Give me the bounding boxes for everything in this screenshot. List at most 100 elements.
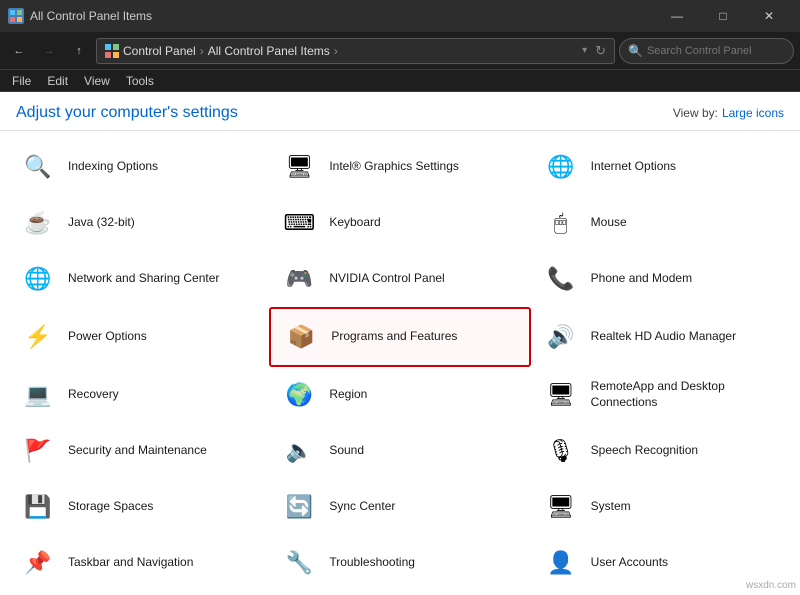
menu-bar: File Edit View Tools [0,70,800,92]
grid-item-keyboard[interactable]: ⌨ Keyboard [269,195,530,251]
grid-item-storage-spaces[interactable]: 💾 Storage Spaces [8,479,269,535]
grid-item-windows-togo[interactable]: 💿Windows To Go [531,591,792,595]
path-segment-1: Control Panel [123,44,196,58]
forward-button[interactable]: → [36,38,62,64]
content-area: Adjust your computer's settings View by:… [0,92,800,595]
grid-item-system[interactable]: 🖥 System [531,479,792,535]
title-bar-app-icon [8,8,24,24]
item-icon-indexing-options: 🔍 [18,147,58,187]
dropdown-icon[interactable]: ▾ [582,45,587,56]
item-icon-realtek-audio: 🔊 [541,317,581,357]
grid-item-sync-center[interactable]: 🔄Sync Center [269,479,530,535]
item-label-remoteapp: RemoteApp and Desktop Connections [591,379,782,410]
item-label-user-accounts: User Accounts [591,555,668,571]
grid-item-recovery[interactable]: 💻 Recovery [8,367,269,423]
grid-item-java[interactable]: ☕ Java (32-bit) [8,195,269,251]
up-button[interactable]: ↑ [66,38,92,64]
grid-item-phone-modem[interactable]: 📞Phone and Modem [531,251,792,307]
view-by-option[interactable]: Large icons [722,106,784,120]
item-icon-taskbar-navigation: 📌 [18,543,58,583]
grid-item-sound[interactable]: 🔈Sound [269,423,530,479]
item-label-realtek-audio: Realtek HD Audio Manager [591,329,736,345]
item-label-taskbar-navigation: Taskbar and Navigation [68,555,193,571]
title-bar-left: All Control Panel Items [8,8,152,24]
item-icon-programs-features: 📦 [281,317,321,357]
item-icon-region: 🌍 [279,375,319,415]
item-icon-user-accounts: 👤 [541,543,581,583]
item-label-power-options: Power Options [68,329,147,345]
grid-item-network-sharing[interactable]: 🌐 Network and Sharing Center [8,251,269,307]
search-box[interactable]: 🔍 [619,38,794,64]
item-label-recovery: Recovery [68,387,119,403]
path-segment-2: All Control Panel Items [208,44,330,58]
item-icon-nvidia-control: 🎮 [279,259,319,299]
item-label-speech-recognition: Speech Recognition [591,443,698,459]
item-icon-system: 🖥 [541,487,581,527]
item-icon-internet-options: 🌐 [541,147,581,187]
address-path[interactable]: Control Panel › All Control Panel Items … [96,38,615,64]
item-label-mouse: Mouse [591,215,627,231]
item-label-security-maintenance: Security and Maintenance [68,443,207,459]
grid-item-programs-features[interactable]: 📦 Programs and Features [269,307,530,367]
item-icon-security-maintenance: 🚩 [18,431,58,471]
grid-item-taskbar-navigation[interactable]: 📌 Taskbar and Navigation [8,535,269,591]
item-label-region: Region [329,387,367,403]
item-label-java: Java (32-bit) [68,215,135,231]
item-icon-speech-recognition: 🎙 [541,431,581,471]
item-icon-network-sharing: 🌐 [18,259,58,299]
refresh-icon[interactable]: ↻ [595,43,606,59]
grid-item-troubleshooting[interactable]: 🔧 Troubleshooting [269,535,530,591]
item-icon-recovery: 💻 [18,375,58,415]
view-by-section: View by: Large icons [673,106,784,120]
item-icon-sound: 🔈 [279,431,319,471]
grid-item-realtek-audio[interactable]: 🔊 Realtek HD Audio Manager [531,307,792,367]
search-icon: 🔍 [628,44,643,58]
menu-view[interactable]: View [76,72,118,90]
grid-item-windows-mobility[interactable]: 📱Windows Mobility Center [269,591,530,595]
menu-tools[interactable]: Tools [118,72,162,90]
item-icon-intel-graphics: 🖥 [279,147,319,187]
menu-edit[interactable]: Edit [39,72,76,90]
item-label-system: System [591,499,631,515]
grid-item-power-options[interactable]: ⚡Power Options [8,307,269,367]
item-label-storage-spaces: Storage Spaces [68,499,153,515]
item-label-programs-features: Programs and Features [331,329,457,345]
grid-item-indexing-options[interactable]: 🔍Indexing Options [8,139,269,195]
menu-file[interactable]: File [4,72,39,90]
item-icon-mouse: 🖱 [541,203,581,243]
item-label-nvidia-control: NVIDIA Control Panel [329,271,444,287]
path-sep-1: › [200,44,204,58]
grid-item-nvidia-control[interactable]: 🎮 NVIDIA Control Panel [269,251,530,307]
items-grid: 🔍Indexing Options🖥Intel® Graphics Settin… [0,131,800,595]
grid-item-remoteapp[interactable]: 🖥 RemoteApp and Desktop Connections [531,367,792,423]
back-button[interactable]: ← [6,38,32,64]
item-icon-keyboard: ⌨ [279,203,319,243]
grid-item-mouse[interactable]: 🖱 Mouse [531,195,792,251]
grid-item-region[interactable]: 🌍 Region [269,367,530,423]
item-label-intel-graphics: Intel® Graphics Settings [329,159,459,175]
search-input[interactable] [647,45,785,57]
page-title: Adjust your computer's settings [16,104,238,122]
grid-item-windows-defender[interactable]: 🛡Windows Defender [8,591,269,595]
minimize-button[interactable]: — [654,0,700,32]
grid-item-speech-recognition[interactable]: 🎙 Speech Recognition [531,423,792,479]
grid-item-intel-graphics[interactable]: 🖥 Intel® Graphics Settings [269,139,530,195]
view-by-label: View by: [673,106,718,120]
item-label-sync-center: Sync Center [329,499,395,515]
item-icon-storage-spaces: 💾 [18,487,58,527]
control-panel-icon [105,44,119,58]
item-icon-troubleshooting: 🔧 [279,543,319,583]
title-bar-text: All Control Panel Items [30,9,152,23]
item-icon-phone-modem: 📞 [541,259,581,299]
grid-item-internet-options[interactable]: 🌐Internet Options [531,139,792,195]
item-label-network-sharing: Network and Sharing Center [68,271,219,287]
close-button[interactable]: ✕ [746,0,792,32]
item-label-keyboard: Keyboard [329,215,380,231]
item-label-troubleshooting: Troubleshooting [329,555,415,571]
title-bar-controls: — □ ✕ [654,0,792,32]
grid-item-security-maintenance[interactable]: 🚩 Security and Maintenance [8,423,269,479]
maximize-button[interactable]: □ [700,0,746,32]
item-icon-java: ☕ [18,203,58,243]
item-icon-remoteapp: 🖥 [541,375,581,415]
address-bar: ← → ↑ Control Panel › All Control Panel … [0,32,800,70]
